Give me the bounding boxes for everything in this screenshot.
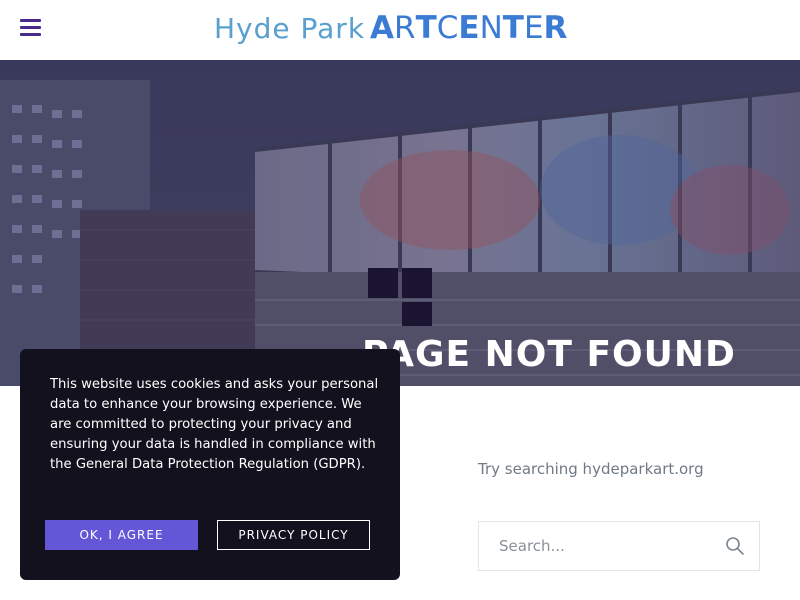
- logo-letter: R: [394, 10, 416, 46]
- menu-bar: [20, 26, 41, 29]
- logo-letter: E: [523, 10, 544, 46]
- agree-button[interactable]: OK, I AGREE: [45, 520, 198, 550]
- search-form: [478, 521, 760, 571]
- logo-letter: E: [458, 10, 480, 46]
- site-header: Hyde Park ARTCENTER: [0, 0, 800, 60]
- search-input[interactable]: [479, 522, 719, 570]
- logo-letter: A: [370, 10, 395, 46]
- logo-artcenter: ARTCENTER: [370, 10, 567, 46]
- logo-letter: R: [543, 10, 568, 46]
- page-title: PAGE NOT FOUND: [362, 334, 736, 375]
- search-hint: Try searching hydeparkart.org: [478, 460, 704, 478]
- site-logo[interactable]: Hyde Park ARTCENTER: [214, 10, 567, 50]
- cookie-consent-banner: This website uses cookies and asks your …: [20, 349, 400, 580]
- privacy-policy-button[interactable]: PRIVACY POLICY: [217, 520, 370, 550]
- logo-letter: N: [479, 10, 503, 46]
- menu-bar: [20, 19, 41, 22]
- logo-letter: T: [502, 10, 524, 46]
- hamburger-menu-icon[interactable]: [20, 19, 41, 37]
- search-icon[interactable]: [725, 536, 745, 556]
- cookie-message: This website uses cookies and asks your …: [50, 377, 379, 472]
- menu-bar: [20, 33, 41, 36]
- logo-hyde-park: Hyde Park: [214, 12, 366, 45]
- logo-letter: T: [415, 10, 437, 46]
- page-not-found-icon: [368, 268, 432, 328]
- logo-letter: C: [436, 10, 459, 46]
